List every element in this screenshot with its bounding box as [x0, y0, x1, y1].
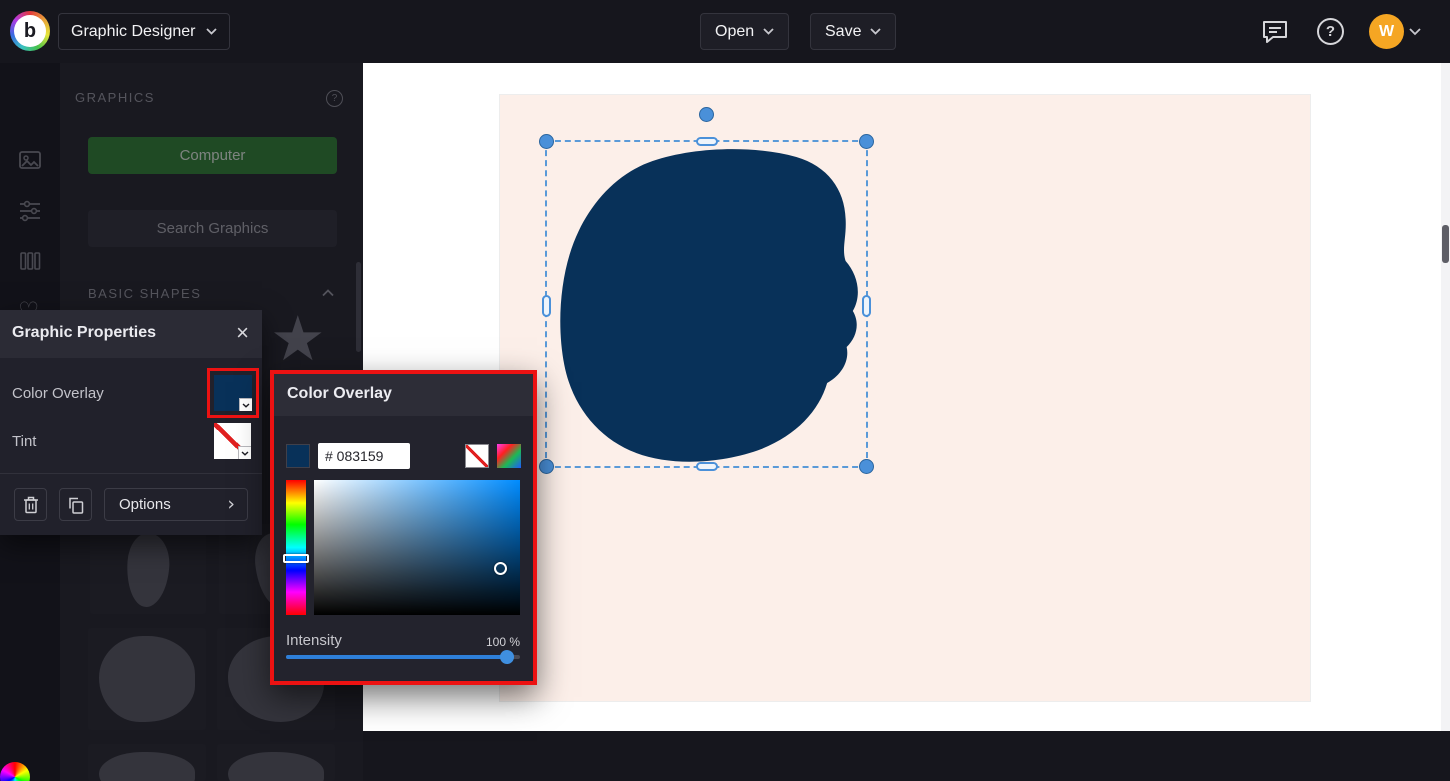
selection-box	[539, 107, 874, 474]
avatar[interactable]: W	[1369, 14, 1404, 49]
gradient-color-swatch[interactable]	[497, 444, 521, 468]
intensity-value: 100 %	[485, 635, 520, 649]
hex-color-input[interactable]	[318, 443, 410, 469]
saturation-brightness-field[interactable]	[314, 480, 520, 615]
resize-handle-e[interactable]	[862, 295, 871, 317]
account-chevron-down-icon[interactable]	[1409, 28, 1421, 36]
chevron-down-icon	[763, 28, 774, 35]
bottom-toolbar	[363, 731, 1450, 781]
topbar: b Graphic Designer Open Save ? W	[0, 0, 1450, 63]
no-color-swatch[interactable]	[465, 444, 489, 468]
options-button[interactable]: Options ›	[104, 488, 248, 521]
swatch-chevron-down-icon	[238, 446, 251, 459]
intensity-label: Intensity	[286, 632, 342, 649]
app-logo-icon[interactable]: b	[10, 11, 50, 51]
tint-swatch[interactable]	[214, 423, 251, 459]
chevron-right-icon: ›	[227, 493, 235, 515]
open-button[interactable]: Open	[700, 13, 790, 50]
resize-handle-nw[interactable]	[539, 134, 554, 149]
color-overlay-swatch[interactable]	[214, 375, 252, 411]
graphic-properties-popup: Graphic Properties × Color Overlay Tint …	[0, 310, 262, 535]
resize-handle-se[interactable]	[859, 459, 874, 474]
duplicate-button[interactable]	[59, 488, 92, 521]
delete-button[interactable]	[14, 488, 47, 521]
divider	[0, 473, 262, 474]
save-button[interactable]: Save	[810, 13, 897, 50]
resize-handle-w[interactable]	[542, 295, 551, 317]
resize-handle-sw[interactable]	[539, 459, 554, 474]
help-icon[interactable]: ?	[1317, 18, 1344, 45]
close-icon[interactable]: ×	[236, 320, 249, 346]
graphic-properties-title: Graphic Properties	[12, 324, 157, 341]
intensity-slider-handle[interactable]	[500, 650, 514, 664]
app-title-menu[interactable]: Graphic Designer	[58, 13, 230, 50]
workspace-scrollbar	[1441, 63, 1450, 781]
page-title: Graphic Designer	[71, 22, 196, 40]
copy-icon	[68, 497, 83, 514]
swatch-chevron-down-icon	[239, 398, 252, 411]
resize-handle-s[interactable]	[696, 462, 718, 471]
workspace-scrollbar-thumb[interactable]	[1442, 225, 1449, 263]
hue-slider-cursor[interactable]	[283, 554, 309, 563]
color-overlay-popup-title: Color Overlay	[287, 385, 392, 402]
tint-label: Tint	[12, 433, 37, 450]
comments-icon[interactable]	[1261, 19, 1289, 45]
current-color-swatch[interactable]	[286, 444, 310, 468]
saturation-brightness-cursor[interactable]	[494, 562, 507, 575]
color-overlay-popup: Color Overlay Intensity 100 %	[270, 370, 537, 685]
resize-handle-ne[interactable]	[859, 134, 874, 149]
resize-handle-n[interactable]	[696, 137, 718, 146]
trash-icon	[23, 496, 38, 513]
hue-slider[interactable]	[286, 480, 306, 615]
intensity-slider-fill	[286, 655, 514, 659]
chevron-down-icon	[205, 28, 217, 35]
rotate-handle[interactable]	[699, 107, 714, 122]
color-overlay-label: Color Overlay	[12, 385, 104, 402]
chevron-down-icon	[870, 28, 882, 35]
